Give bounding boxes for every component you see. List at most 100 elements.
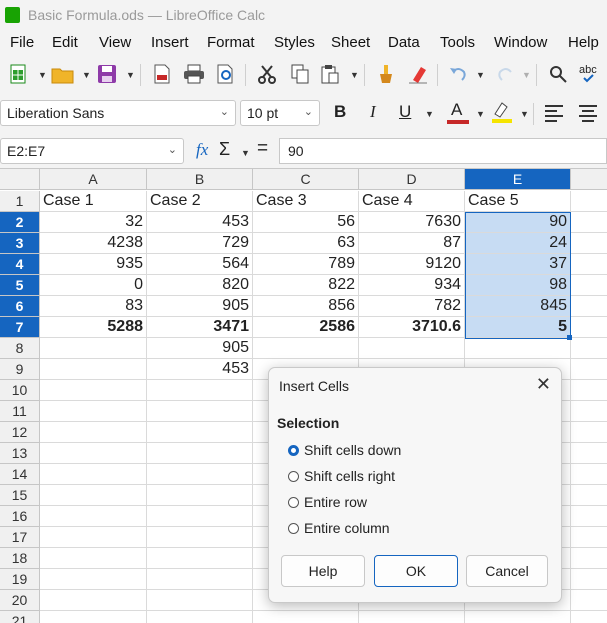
row-header-4[interactable]: 4 bbox=[0, 254, 40, 275]
cell-B6[interactable]: 905 bbox=[147, 296, 253, 317]
chevron-down-icon[interactable]: ⌄ bbox=[220, 105, 229, 118]
undo-icon[interactable] bbox=[446, 63, 470, 85]
cell-A7[interactable]: 5288 bbox=[40, 317, 147, 338]
cell-F11[interactable] bbox=[571, 401, 607, 422]
cell-D6[interactable]: 782 bbox=[359, 296, 465, 317]
close-icon[interactable]: ✕ bbox=[536, 374, 551, 395]
cell-C7[interactable]: 2586 bbox=[253, 317, 359, 338]
italic-button[interactable]: I bbox=[370, 102, 376, 122]
cell-A6[interactable]: 83 bbox=[40, 296, 147, 317]
cell-B5[interactable]: 820 bbox=[147, 275, 253, 296]
cell-E6[interactable]: 845 bbox=[465, 296, 571, 317]
highlight-color-icon[interactable] bbox=[490, 100, 516, 126]
row-header-10[interactable]: 10 bbox=[0, 380, 40, 401]
save-icon[interactable] bbox=[95, 63, 119, 85]
cell-C8[interactable] bbox=[253, 338, 359, 359]
cell-B13[interactable] bbox=[147, 443, 253, 464]
radio-shift-cells-right[interactable]: Shift cells right bbox=[288, 468, 395, 484]
sum-dropdown-chevron-icon[interactable]: ▼ bbox=[241, 148, 250, 158]
cell-E1[interactable]: Case 5 bbox=[465, 191, 571, 212]
cell-B1[interactable]: Case 2 bbox=[147, 191, 253, 212]
column-header-a[interactable]: A bbox=[40, 169, 147, 190]
cell-D4[interactable]: 9120 bbox=[359, 254, 465, 275]
cell-B2[interactable]: 453 bbox=[147, 212, 253, 233]
menu-view[interactable]: View bbox=[99, 34, 131, 51]
cell-F12[interactable] bbox=[571, 422, 607, 443]
row-header-19[interactable]: 19 bbox=[0, 569, 40, 590]
cell-B16[interactable] bbox=[147, 506, 253, 527]
cell-B19[interactable] bbox=[147, 569, 253, 590]
cell-B8[interactable]: 905 bbox=[147, 338, 253, 359]
cell-F17[interactable] bbox=[571, 527, 607, 548]
cell-E7[interactable]: 5 bbox=[465, 317, 571, 338]
cell-A18[interactable] bbox=[40, 548, 147, 569]
cell-A2[interactable]: 32 bbox=[40, 212, 147, 233]
cell-A13[interactable] bbox=[40, 443, 147, 464]
cell-A15[interactable] bbox=[40, 485, 147, 506]
row-header-1[interactable]: 1 bbox=[0, 191, 40, 212]
save-dropdown-chevron-icon[interactable]: ▼ bbox=[126, 70, 135, 80]
help-button[interactable]: Help bbox=[281, 555, 365, 587]
cell-C3[interactable]: 63 bbox=[253, 233, 359, 254]
underline-button[interactable]: U bbox=[399, 102, 411, 122]
chevron-down-icon[interactable]: ⌄ bbox=[304, 105, 313, 118]
cell-F2[interactable] bbox=[571, 212, 607, 233]
ok-button[interactable]: OK bbox=[374, 555, 458, 587]
cell-E3[interactable]: 24 bbox=[465, 233, 571, 254]
redo-dropdown-chevron-icon[interactable]: ▼ bbox=[522, 70, 531, 80]
cell-B21[interactable] bbox=[147, 611, 253, 623]
row-header-2[interactable]: 2 bbox=[0, 212, 40, 233]
cell-B7[interactable]: 3471 bbox=[147, 317, 253, 338]
cell-A19[interactable] bbox=[40, 569, 147, 590]
autofill-handle[interactable] bbox=[567, 335, 572, 340]
export-pdf-icon[interactable] bbox=[150, 63, 174, 85]
row-header-7[interactable]: 7 bbox=[0, 317, 40, 338]
cell-A10[interactable] bbox=[40, 380, 147, 401]
cell-F7[interactable] bbox=[571, 317, 607, 338]
cell-B10[interactable] bbox=[147, 380, 253, 401]
formula-input[interactable]: 90 bbox=[279, 138, 607, 164]
open-icon[interactable] bbox=[51, 63, 75, 85]
row-header-13[interactable]: 13 bbox=[0, 443, 40, 464]
cell-D3[interactable]: 87 bbox=[359, 233, 465, 254]
formula-equals-icon[interactable]: = bbox=[257, 138, 268, 160]
select-all-corner[interactable] bbox=[0, 169, 40, 190]
cell-E8[interactable] bbox=[465, 338, 571, 359]
cell-D2[interactable]: 7630 bbox=[359, 212, 465, 233]
cell-A3[interactable]: 4238 bbox=[40, 233, 147, 254]
cell-B14[interactable] bbox=[147, 464, 253, 485]
cell-A11[interactable] bbox=[40, 401, 147, 422]
row-header-8[interactable]: 8 bbox=[0, 338, 40, 359]
cell-F19[interactable] bbox=[571, 569, 607, 590]
font-name-combo[interactable]: Liberation Sans ⌄ bbox=[0, 100, 236, 126]
cell-A4[interactable]: 935 bbox=[40, 254, 147, 275]
cell-F6[interactable] bbox=[571, 296, 607, 317]
radio-button-icon[interactable] bbox=[288, 444, 299, 456]
row-header-3[interactable]: 3 bbox=[0, 233, 40, 254]
cell-B3[interactable]: 729 bbox=[147, 233, 253, 254]
row-header-16[interactable]: 16 bbox=[0, 506, 40, 527]
cell-F14[interactable] bbox=[571, 464, 607, 485]
cell-A14[interactable] bbox=[40, 464, 147, 485]
column-header-d[interactable]: D bbox=[359, 169, 465, 190]
cell-A21[interactable] bbox=[40, 611, 147, 623]
row-header-20[interactable]: 20 bbox=[0, 590, 40, 611]
spelling-icon[interactable]: abc bbox=[578, 63, 602, 85]
row-header-12[interactable]: 12 bbox=[0, 422, 40, 443]
cell-D7[interactable]: 3710.6 bbox=[359, 317, 465, 338]
row-header-9[interactable]: 9 bbox=[0, 359, 40, 380]
cell-B20[interactable] bbox=[147, 590, 253, 611]
open-dropdown-chevron-icon[interactable]: ▼ bbox=[82, 70, 91, 80]
cell-A17[interactable] bbox=[40, 527, 147, 548]
cell-D8[interactable] bbox=[359, 338, 465, 359]
menu-help[interactable]: Help bbox=[568, 34, 599, 51]
cell-E5[interactable]: 98 bbox=[465, 275, 571, 296]
clone-formatting-icon[interactable] bbox=[374, 63, 398, 85]
cancel-button[interactable]: Cancel bbox=[466, 555, 548, 587]
cell-A1[interactable]: Case 1 bbox=[40, 191, 147, 212]
row-header-6[interactable]: 6 bbox=[0, 296, 40, 317]
radio-shift-cells-down[interactable]: Shift cells down bbox=[288, 442, 401, 458]
cell-B9[interactable]: 453 bbox=[147, 359, 253, 380]
cell-D21[interactable] bbox=[359, 611, 465, 623]
function-wizard-icon[interactable]: fx bbox=[196, 140, 208, 160]
